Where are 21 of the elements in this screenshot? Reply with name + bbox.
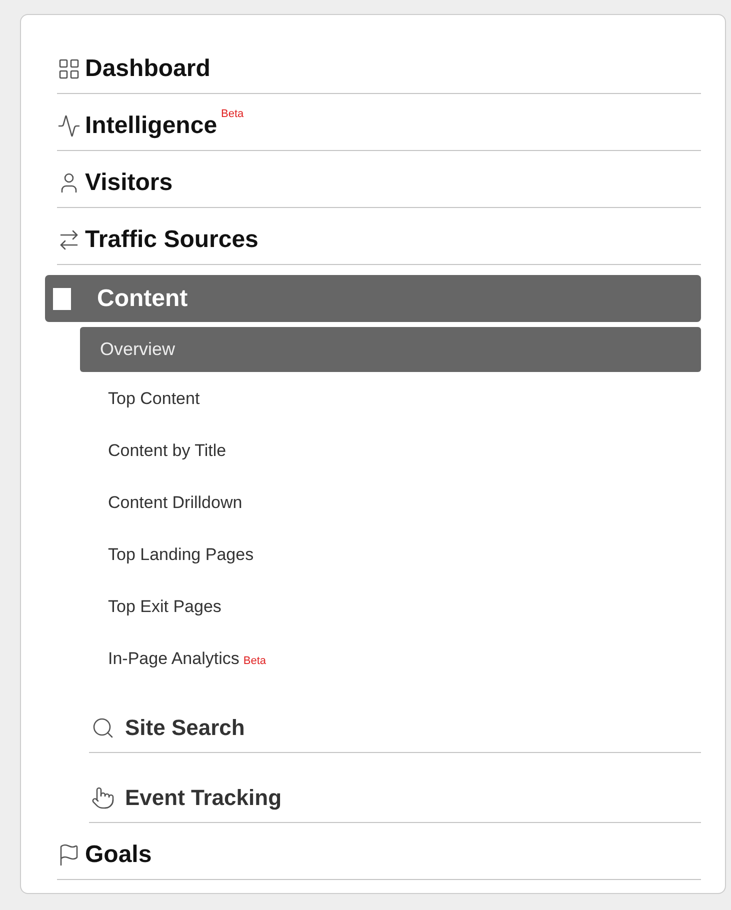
nav-item[interactable]: Goals bbox=[57, 837, 152, 873]
nav-item[interactable]: Dashboard bbox=[57, 51, 210, 87]
subnav-item[interactable]: Top Content bbox=[108, 386, 200, 412]
subnav-item[interactable]: Content Drilldown bbox=[108, 490, 242, 516]
subnav-item[interactable]: Content by Title bbox=[108, 438, 226, 464]
nav-item[interactable]: Visitors bbox=[57, 165, 173, 201]
subnav-item[interactable]: Overview bbox=[80, 327, 701, 372]
beta-label: Beta bbox=[243, 655, 266, 668]
subnav-item[interactable]: Top Exit Pages bbox=[108, 594, 222, 620]
search-icon bbox=[91, 716, 115, 740]
nav-item[interactable]: Content bbox=[45, 275, 701, 322]
subnav-item[interactable]: In-Page Analytics Beta bbox=[108, 646, 266, 672]
beta-label: Beta bbox=[221, 108, 244, 120]
subnav-group[interactable]: Event Tracking bbox=[91, 781, 282, 814]
grid-icon bbox=[57, 57, 81, 81]
pulse-icon bbox=[57, 114, 81, 138]
pointer-icon bbox=[91, 786, 115, 810]
subnav-item[interactable]: Top Landing Pages bbox=[108, 542, 254, 568]
page-icon bbox=[53, 288, 71, 310]
nav-item[interactable]: Traffic Sources bbox=[57, 222, 258, 258]
subnav-group[interactable]: Site Search bbox=[91, 711, 245, 744]
